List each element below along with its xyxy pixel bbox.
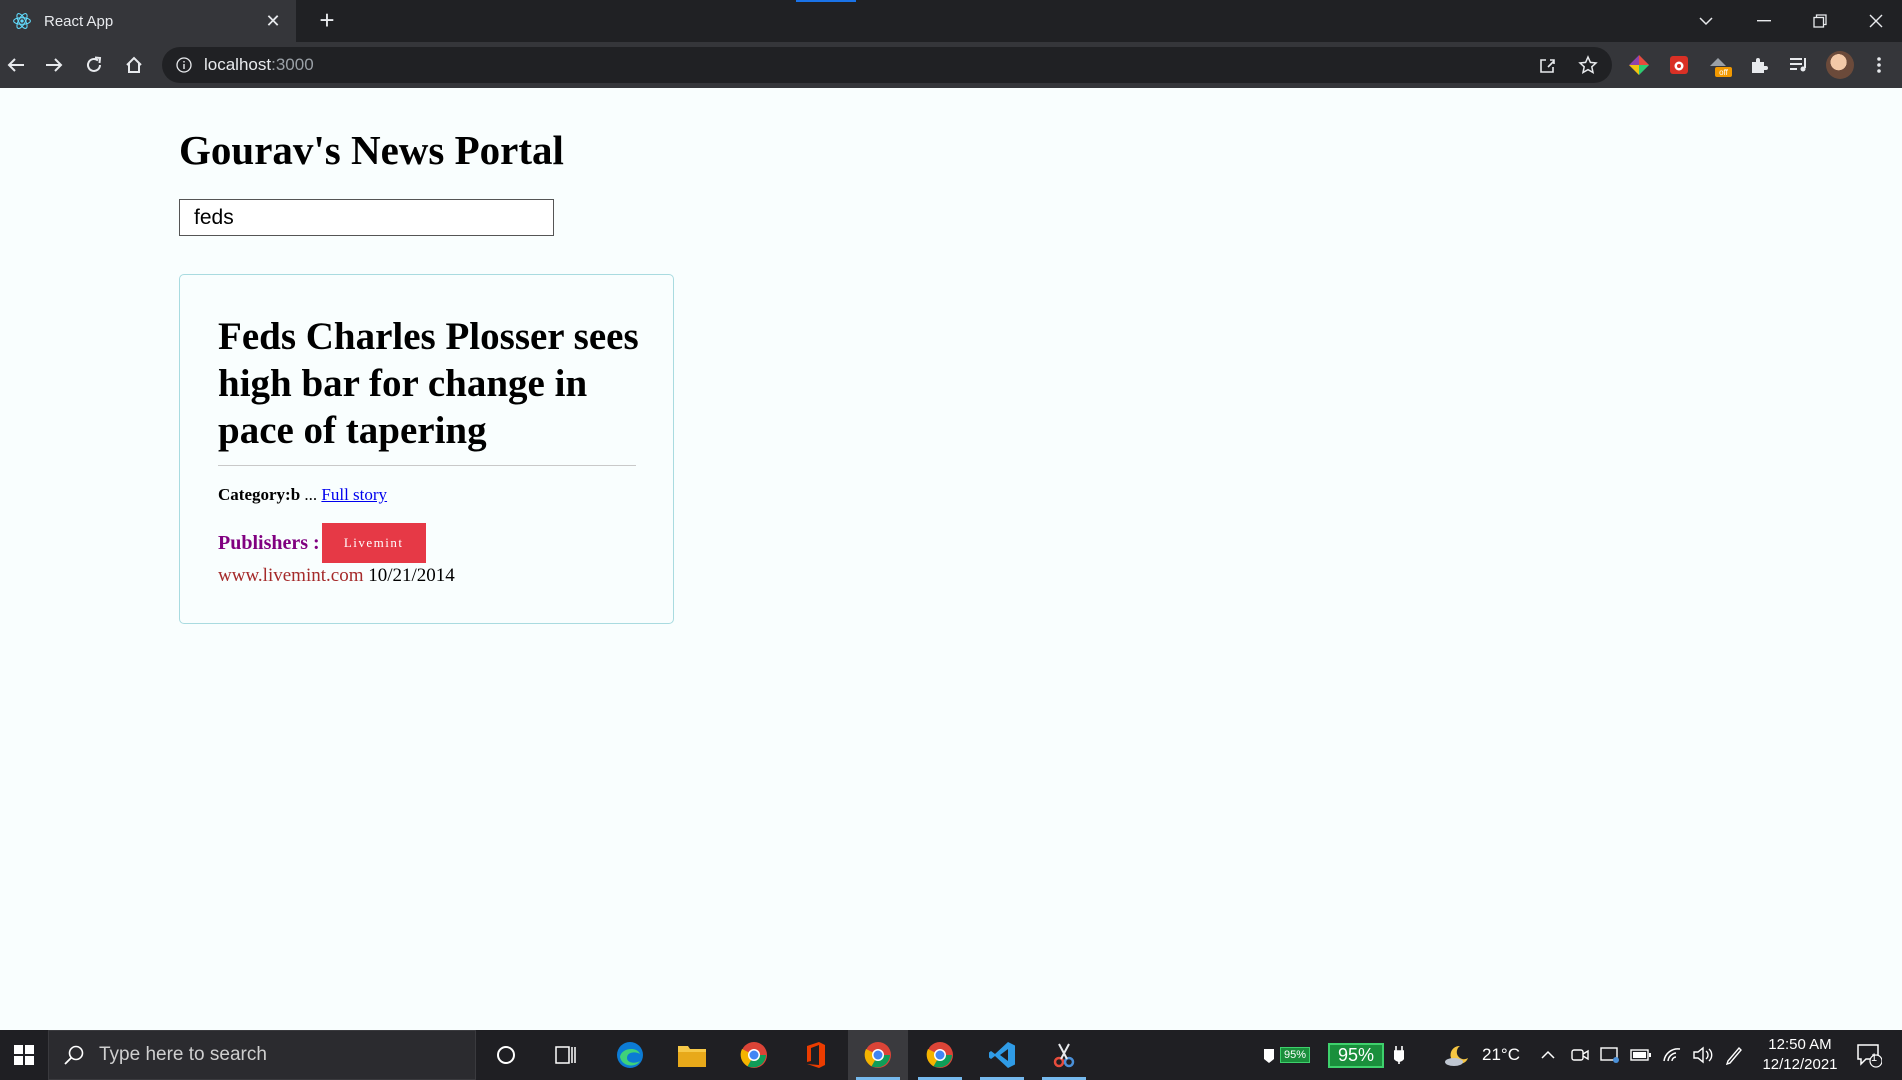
browser-tab-bar: React App ✕ + <box>0 0 1902 42</box>
battery-widget-small[interactable]: 95% <box>1262 1030 1311 1080</box>
task-view-icon[interactable] <box>536 1030 596 1080</box>
address-bar[interactable]: localhost:3000 <box>162 47 1612 83</box>
notification-count: 1 <box>1871 1052 1878 1064</box>
page-title: Gourav's News Portal <box>179 127 564 173</box>
close-window-icon[interactable] <box>1848 0 1902 42</box>
browser-toolbar: localhost:3000 off <box>0 42 1902 88</box>
source-domain: www.livemint.com <box>218 565 364 586</box>
url-port: :3000 <box>271 55 314 74</box>
share-icon[interactable] <box>1534 51 1562 79</box>
card-divider <box>218 465 636 466</box>
vscode-icon[interactable] <box>972 1030 1032 1080</box>
off-badge-extension-icon[interactable]: off <box>1706 52 1732 78</box>
clock-time: 12:50 AM <box>1768 1036 1832 1053</box>
battery-widget-large[interactable]: 95% <box>1328 1030 1405 1080</box>
notification-center-icon[interactable]: 1 <box>1852 1038 1886 1072</box>
ellipsis-text: ... <box>300 485 322 504</box>
tab-title: React App <box>44 12 114 30</box>
reload-icon[interactable] <box>78 49 110 81</box>
back-arrow-icon[interactable] <box>0 49 32 81</box>
url-host: localhost <box>204 55 272 74</box>
windows-taskbar: Type here to search 95% 95% 21°C 12:50 A… <box>0 1030 1902 1080</box>
react-logo-icon <box>13 13 31 29</box>
tab-search-chevron-icon[interactable] <box>1678 0 1734 42</box>
home-icon[interactable] <box>118 49 150 81</box>
battery-large-percent: 95% <box>1328 1042 1385 1068</box>
search-placeholder: Type here to search <box>99 1044 267 1065</box>
loading-indicator <box>796 0 856 2</box>
red-extension-icon[interactable] <box>1666 52 1692 78</box>
site-info-icon[interactable] <box>176 57 192 73</box>
svg-text:off: off <box>1719 68 1729 77</box>
full-story-link[interactable]: Full story <box>321 485 387 504</box>
bookmark-star-icon[interactable] <box>1574 51 1602 79</box>
extensions-puzzle-icon[interactable] <box>1746 52 1772 78</box>
page-viewport: Gourav's News Portal Feds Charles Plosse… <box>0 88 1902 1030</box>
publishers-label: Publishers : <box>218 531 320 554</box>
file-explorer-icon[interactable] <box>662 1030 722 1080</box>
temperature: 21°C <box>1482 1045 1520 1064</box>
article-title: Feds Charles Plosser sees high bar for c… <box>218 315 639 452</box>
chrome-second-window-icon[interactable] <box>910 1030 970 1080</box>
restore-icon[interactable] <box>1792 0 1848 42</box>
publisher-badge[interactable]: Livemint <box>321 523 426 563</box>
meet-now-icon[interactable] <box>1570 1030 1590 1080</box>
news-search-input[interactable] <box>179 199 554 236</box>
reading-list-icon[interactable] <box>1786 52 1812 78</box>
cortana-icon[interactable] <box>476 1030 536 1080</box>
source-line: www.livemint.com 10/21/2014 <box>218 565 455 587</box>
article-category: Category:b <box>218 485 301 504</box>
pen-workspace-icon[interactable] <box>1724 1030 1744 1080</box>
tray-overflow-chevron-icon[interactable] <box>1540 1030 1556 1080</box>
screen-capture-icon[interactable] <box>1600 1030 1620 1080</box>
menu-kebab-icon[interactable] <box>1866 52 1892 78</box>
taskbar-search-box[interactable]: Type here to search <box>48 1030 476 1080</box>
edge-browser-icon[interactable] <box>600 1030 660 1080</box>
battery-small-percent: 95% <box>1280 1047 1311 1063</box>
minimize-icon[interactable] <box>1736 0 1792 42</box>
chrome-icon[interactable] <box>724 1030 784 1080</box>
search-icon <box>64 1045 84 1065</box>
volume-icon[interactable] <box>1692 1030 1714 1080</box>
tab-close-icon[interactable]: ✕ <box>258 11 288 32</box>
battery-icon[interactable] <box>1630 1030 1652 1080</box>
forward-arrow-icon[interactable] <box>38 49 70 81</box>
office-icon[interactable] <box>786 1030 846 1080</box>
article-meta: Category:b ... Full story <box>218 485 387 505</box>
publishers-row: Publishers : Livemint <box>218 523 426 563</box>
news-card: Feds Charles Plosser sees high bar for c… <box>179 274 674 624</box>
color-extension-icon[interactable] <box>1626 52 1652 78</box>
new-tab-button[interactable]: + <box>312 6 342 36</box>
weather-widget[interactable]: 21°C <box>1444 1030 1520 1080</box>
clock-date: 12/12/2021 <box>1762 1056 1838 1073</box>
tab-react-app[interactable]: React App ✕ <box>0 0 296 42</box>
chrome-active-icon[interactable] <box>848 1030 908 1080</box>
article-date: 10/21/2014 <box>363 565 455 586</box>
profile-avatar[interactable] <box>1826 51 1854 79</box>
system-clock[interactable]: 12:50 AM 12/12/2021 <box>1752 1035 1848 1075</box>
windows-start-icon[interactable] <box>0 1030 48 1080</box>
snipping-tool-icon[interactable] <box>1034 1030 1094 1080</box>
wifi-icon[interactable] <box>1662 1030 1682 1080</box>
